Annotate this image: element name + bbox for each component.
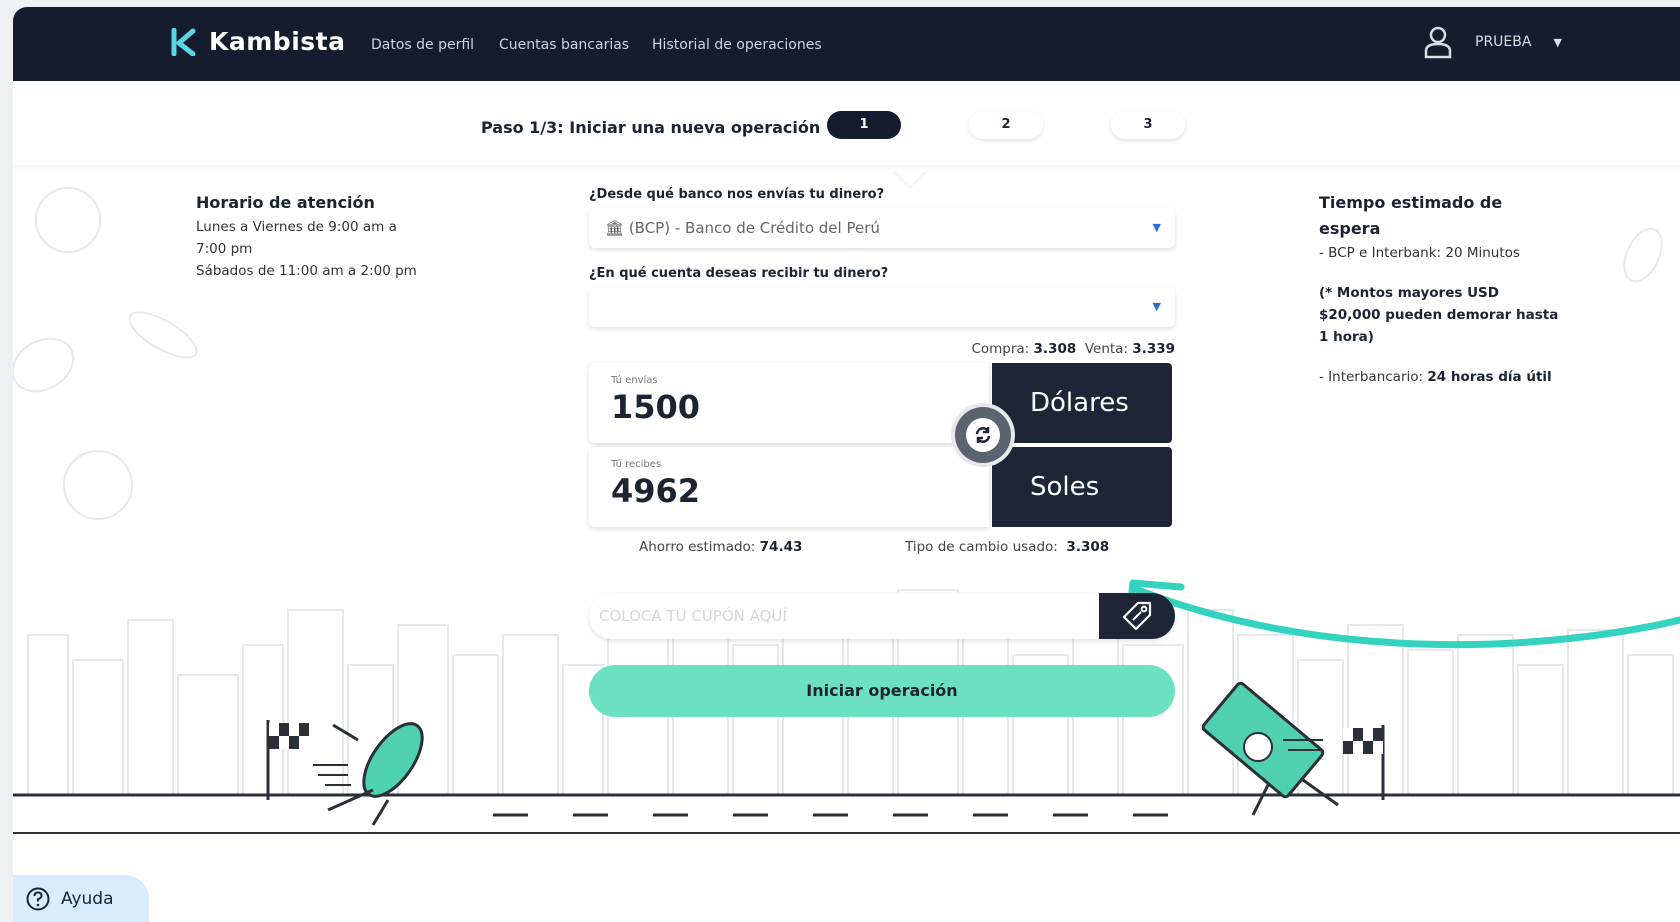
receive-amount[interactable]: 4962 (611, 472, 989, 510)
send-amount[interactable]: 1500 (611, 388, 989, 426)
opening-hours-saturday: Sábados de 11:00 am a 2:00 pm (196, 263, 417, 279)
to-account-label: ¿En qué cuenta deseas recibir tu dinero? (589, 266, 889, 281)
bank-icon: 🏛 (605, 219, 625, 237)
rate-used-label: Tipo de cambio usado: (905, 539, 1058, 555)
tag-icon (1122, 601, 1152, 631)
step-title: Paso 1/3: Iniciar una nueva operación (481, 118, 821, 137)
opening-hours-weekdays: Lunes a Viernes de 9:00 am a 7:00 pm (196, 219, 397, 257)
user-icon (1424, 26, 1452, 59)
rate-used-value: 3.308 (1066, 539, 1110, 555)
send-amount-box[interactable]: Tú envías 1500 (589, 363, 989, 443)
wait-time-interbank-label: - Interbancario: (1319, 369, 1424, 385)
step-3: 3 (1111, 111, 1185, 139)
caret-down-icon: ▼ (1152, 300, 1161, 313)
user-menu[interactable]: PRUEBA ▼ (1423, 25, 1562, 59)
start-operation-button[interactable]: Iniciar operación (589, 665, 1175, 717)
buy-rate-value: 3.308 (1033, 341, 1077, 357)
from-bank-value: (BCP) - Banco de Crédito del Perú (628, 219, 880, 237)
wait-time-interbank-value: 24 horas día útil (1427, 369, 1552, 385)
wait-time-title: Tiempo estimado de espera (1319, 193, 1503, 238)
exchange-rates: Compra: 3.308 Venta: 3.339 (589, 341, 1175, 357)
apply-coupon-button[interactable] (1099, 593, 1175, 639)
coupon-input[interactable] (589, 593, 1089, 639)
wait-time-note: (* Montos mayores USD $20,000 pueden dem… (1319, 285, 1559, 345)
brand-name: Kambista (209, 27, 346, 56)
app-window: Kambista Datos de perfil Cuentas bancari… (13, 7, 1680, 922)
step-2: 2 (969, 111, 1043, 139)
to-account-select[interactable]: ▼ (589, 287, 1175, 327)
exchange-form: ¿Desde qué banco nos envías tu dinero? 🏛… (589, 187, 1175, 717)
opening-hours-title: Horario de atención (196, 193, 375, 212)
nav-link-bank-accounts[interactable]: Cuentas bancarias (499, 37, 629, 53)
wait-time-panel: Tiempo estimado de espera - BCP e Interb… (1319, 190, 1559, 388)
top-navbar: Kambista Datos de perfil Cuentas bancari… (13, 7, 1680, 81)
sell-rate-value: 3.339 (1132, 341, 1175, 357)
from-bank-label: ¿Desde qué banco nos envías tu dinero? (589, 187, 885, 202)
receive-caption: Tú recibes (611, 459, 662, 470)
swap-icon (966, 418, 1000, 452)
buy-rate-label: Compra: (971, 341, 1030, 357)
receive-amount-box[interactable]: Tú recibes 4962 (589, 447, 989, 527)
caret-down-icon: ▼ (1152, 221, 1161, 234)
from-bank-select[interactable]: 🏛 (BCP) - Banco de Crédito del Perú ▼ (589, 208, 1175, 248)
kambista-logo-icon (171, 27, 196, 56)
wait-time-interbank: - Interbancario: 24 horas día útil (1319, 366, 1559, 388)
step-1: 1 (827, 111, 901, 139)
savings-label: Ahorro estimado: (639, 539, 756, 555)
send-currency-button[interactable]: Dólares (992, 363, 1172, 443)
estimates-row: Ahorro estimado: 74.43 Tipo de cambio us… (589, 531, 1175, 571)
nav-link-profile[interactable]: Datos de perfil (371, 37, 474, 53)
savings: Ahorro estimado: 74.43 (639, 539, 802, 555)
help-label: Ayuda (61, 888, 114, 909)
rate-used: Tipo de cambio usado: 3.308 (905, 539, 1109, 555)
savings-value: 74.43 (759, 539, 803, 555)
user-name: PRUEBA (1475, 34, 1532, 50)
caret-down-icon: ▼ (1553, 35, 1562, 49)
help-button[interactable]: Ayuda (13, 875, 149, 922)
nav-link-operations-history[interactable]: Historial de operaciones (652, 37, 822, 53)
receive-currency-button[interactable]: Soles (992, 447, 1172, 527)
sell-rate-label: Venta: (1084, 341, 1128, 357)
currency-converter: Tú envías 1500 Dólares Tú recibes 4962 S… (589, 363, 1175, 531)
wait-time-bcp-interbank: - BCP e Interbank: 20 Minutos (1319, 245, 1520, 261)
steps-bar: Paso 1/3: Iniciar una nueva operación 1 … (13, 81, 1680, 165)
opening-hours-panel: Horario de atención Lunes a Viernes de 9… (196, 190, 426, 282)
swap-currency-button[interactable] (955, 407, 1011, 463)
send-caption: Tú envías (611, 375, 658, 386)
help-icon (26, 887, 50, 910)
brand[interactable]: Kambista (171, 27, 345, 56)
coupon-field (589, 593, 1175, 639)
